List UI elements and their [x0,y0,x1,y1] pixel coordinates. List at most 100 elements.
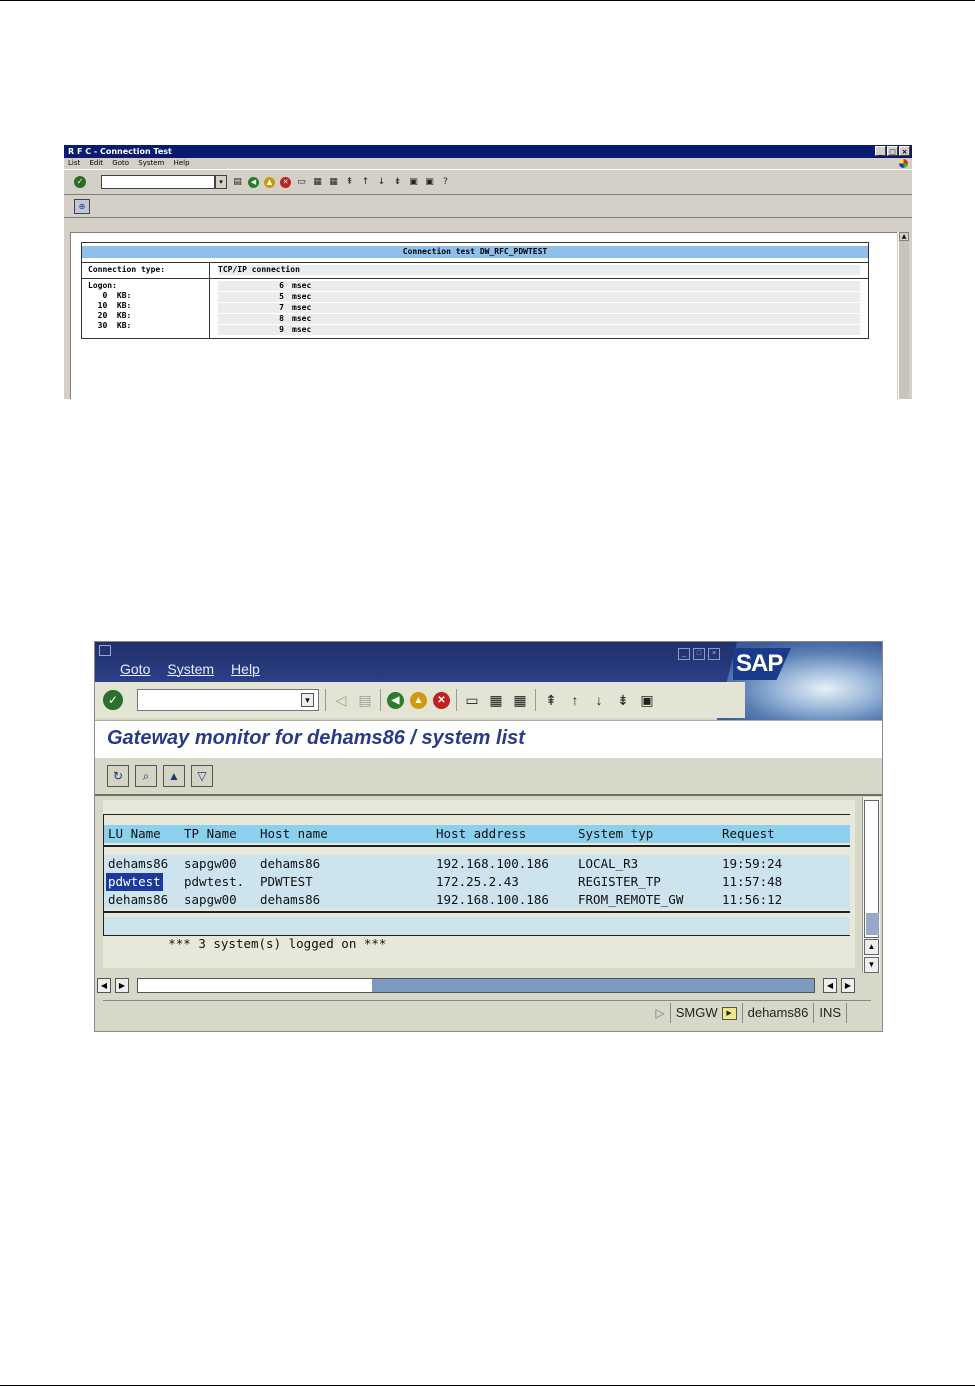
cell-addr: 192.168.100.186 [436,892,549,907]
scroll-right-icon[interactable]: ▶ [115,978,129,993]
menu-edit[interactable]: Edit [89,159,103,167]
timing-value-row: 5 msec [218,292,860,303]
back-icon[interactable]: ◀ [387,691,404,709]
menu-system[interactable]: System [138,159,164,167]
menu-help[interactable]: Help [174,159,190,167]
transaction-code: SMGW [675,1005,718,1020]
print-icon[interactable]: ▭ [296,177,307,188]
column-header[interactable]: System typ [578,825,653,843]
refresh-icon[interactable]: ↻ [107,765,129,787]
menu-help[interactable]: Help [231,661,260,677]
column-header[interactable]: Host address [436,825,526,843]
exit-icon[interactable]: ▲ [410,691,427,709]
new-session-icon[interactable]: ▣ [638,691,656,709]
column-header[interactable]: Request [722,825,775,843]
timing-value: 9 [279,325,284,334]
command-dropdown-icon[interactable]: ▾ [215,175,227,189]
enter-icon[interactable]: ✓ [103,690,123,710]
first-page-icon[interactable]: ⇞ [344,177,355,188]
print-icon[interactable]: ▭ [463,691,481,709]
footer-row: *** 3 system(s) logged on *** [104,917,850,951]
scroll-right-icon[interactable]: ▶ [841,978,855,993]
timing-label: 30 KB: [88,321,132,330]
status-transaction: SMGW ▶ [669,1003,742,1023]
gateway-menu-bar: Goto System Help [120,661,260,677]
column-header[interactable]: LU Name [108,825,161,843]
scroll-up-icon[interactable]: ▲ [864,939,879,955]
cell-host: PDWTEST [260,874,313,889]
next-page-icon[interactable]: ↓ [376,177,387,188]
find-next-icon[interactable]: ▦ [328,177,339,188]
horizontal-scroll-thumb[interactable] [138,979,372,992]
status-expand-icon[interactable]: ▷ [650,1003,669,1023]
minimize-icon[interactable]: _ [678,648,690,660]
command-field[interactable] [101,175,215,189]
resize-grip[interactable] [846,1003,871,1023]
cancel-icon[interactable]: ✕ [280,176,291,188]
test-icon[interactable]: ⊕ [74,198,90,214]
scroll-track[interactable] [864,800,879,938]
last-page-icon[interactable]: ⇟ [614,691,632,709]
command-dropdown-icon[interactable]: ▾ [301,693,314,707]
menu-goto[interactable]: Goto [120,661,150,677]
scroll-down-icon[interactable]: ▼ [864,957,879,973]
scroll-up-icon[interactable]: ▲ [899,232,909,241]
cancel-icon[interactable]: ✕ [433,691,450,709]
system-info-icon[interactable]: ▶ [721,1006,737,1020]
customize-layout-icon[interactable] [899,159,908,168]
previous-page-icon[interactable]: ↑ [360,177,371,188]
scroll-left-icon[interactable]: ◀ [823,978,837,993]
close-icon[interactable]: × [708,648,720,660]
previous-page-icon[interactable]: ↑ [566,691,584,709]
rfc-vertical-scrollbar[interactable]: ▲ [898,232,909,399]
system-row[interactable]: pdwtest pdwtest. PDWTEST 172.25.2.43 REGISTE… [104,873,850,891]
timing-labels: Logon: 0 KB: 10 KB: 20 KB: 30 KB: [82,279,210,338]
menu-list[interactable]: List [68,159,80,167]
enter-icon[interactable]: ✓ [74,176,86,188]
command-field[interactable]: ▾ [137,689,319,711]
horizontal-scroll-track[interactable] [137,978,815,993]
menu-goto[interactable]: Goto [112,159,129,167]
timing-label: 0 KB: [88,291,132,300]
system-row[interactable]: dehams86 sapgw00 dehams86 192.168.100.186 LO… [104,855,850,873]
close-icon[interactable]: × [899,146,910,156]
collapse-icon[interactable]: ◁ [332,691,350,709]
next-page-icon[interactable]: ↓ [590,691,608,709]
save-icon[interactable]: ▤ [356,691,374,709]
find-icon[interactable]: ▦ [312,177,323,188]
cell-type: FROM_REMOTE_GW [578,892,684,907]
last-page-icon[interactable]: ⇟ [392,177,403,188]
back-icon[interactable]: ◀ [248,176,259,188]
find-next-icon[interactable]: ▦ [511,691,529,709]
gateway-monitor-window: Goto System Help _ □ × SAP ✓ ▾ ◁ ▤ ◀ ▲ ✕… [94,641,883,1032]
maximize-icon[interactable]: □ [693,648,705,660]
column-header[interactable]: TP Name [184,825,237,843]
sort-ascending-icon[interactable]: ▲ [163,765,185,787]
save-icon[interactable]: ▤ [232,177,243,188]
scroll-thumb[interactable] [866,913,879,935]
timing-rows: Logon: 0 KB: 10 KB: 20 KB: 30 KB: 6 msec 5… [82,278,868,338]
system-list-box: LU Name TP Name Host name Host address Syste… [103,814,850,951]
menu-system[interactable]: System [167,661,214,677]
system-list: LU Name TP Name Host name Host address Syste… [103,800,855,968]
first-page-icon[interactable]: ⇞ [542,691,560,709]
minimize-icon[interactable]: _ [875,146,886,156]
help-icon[interactable]: ? [440,177,451,188]
system-row[interactable]: dehams86 sapgw00 dehams86 192.168.100.186 FR… [104,891,850,909]
details-icon[interactable]: ⌕ [135,765,157,787]
gateway-horizontal-scrollbar[interactable]: ◀ ▶ ◀ ▶ [95,977,882,995]
system-menu-icon[interactable] [99,645,111,656]
new-session-icon[interactable]: ▣ [408,177,419,188]
maximize-icon[interactable]: □ [887,146,898,156]
gateway-vertical-scrollbar[interactable]: ▲ ▼ [862,797,880,973]
filter-icon[interactable]: ▽ [191,765,213,787]
timing-unit: msec [292,281,312,290]
column-header[interactable]: Host name [260,825,328,843]
cell-host: dehams86 [260,856,321,871]
list-body: dehams86 sapgw00 dehams86 192.168.100.186 LO… [104,855,850,909]
find-icon[interactable]: ▦ [487,691,505,709]
cell-req: 11:56:12 [722,892,783,907]
scroll-left-icon[interactable]: ◀ [97,978,111,993]
exit-icon[interactable]: ▲ [264,176,275,188]
shortcut-icon[interactable]: ▣ [424,177,435,188]
